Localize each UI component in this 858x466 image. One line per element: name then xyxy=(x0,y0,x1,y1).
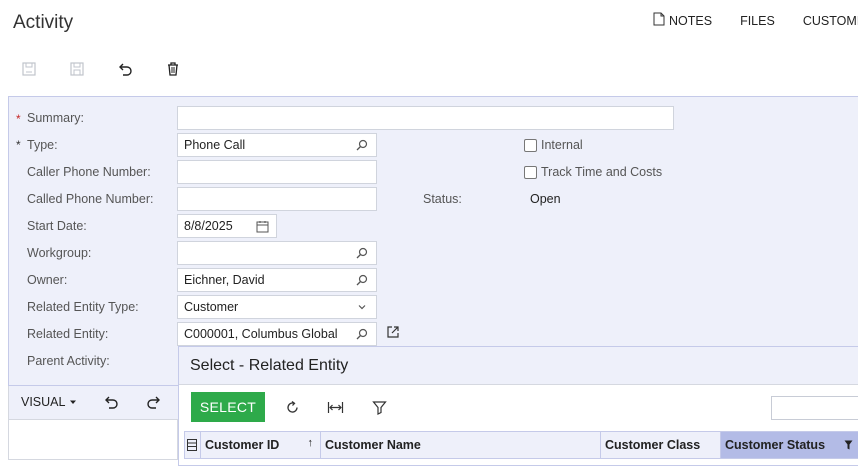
grid-header: Customer ID ↑ Customer Name Customer Cla… xyxy=(184,431,858,459)
search-icon[interactable] xyxy=(354,326,370,342)
trash-icon xyxy=(168,62,178,76)
chevron-down-icon xyxy=(354,299,370,315)
undo-button[interactable] xyxy=(114,58,136,80)
checkbox-box[interactable] xyxy=(524,165,537,179)
row-selector-header[interactable] xyxy=(185,432,201,458)
save-close-button[interactable] xyxy=(18,58,40,80)
undo-icon xyxy=(105,396,118,409)
visual-label: VISUAL xyxy=(21,395,66,409)
editor-area: VISUAL xyxy=(8,386,179,460)
column-label: Customer Name xyxy=(325,438,421,452)
filter-button[interactable] xyxy=(369,397,389,417)
select-related-entity-dialog: Select - Related Entity SELECT Customer … xyxy=(178,346,858,466)
parent-activity-label: Parent Activity: xyxy=(27,354,110,368)
checkbox-box[interactable] xyxy=(524,138,537,152)
refresh-button[interactable] xyxy=(282,397,302,417)
search-icon[interactable] xyxy=(354,245,370,261)
status-value: Open xyxy=(530,192,561,206)
filter-icon xyxy=(371,400,387,415)
refresh-icon xyxy=(286,400,298,413)
toolbar xyxy=(18,58,184,80)
status-label: Status: xyxy=(423,192,462,206)
called-phone-input[interactable] xyxy=(177,187,377,211)
column-customer-name[interactable]: Customer Name xyxy=(321,432,601,458)
column-label: Customer ID xyxy=(205,438,280,452)
grid-menu-icon xyxy=(187,439,197,451)
related-entity-type-label: Related Entity Type: xyxy=(27,300,139,314)
activity-form: * Summary: * Type: Phone Call Caller Pho… xyxy=(8,96,858,386)
column-label: Customer Status xyxy=(725,438,826,452)
editor-toolbar: VISUAL xyxy=(9,386,179,420)
customize-label: CUSTOMI xyxy=(802,13,858,28)
related-entity-selector[interactable]: C000001, Columbus Global xyxy=(177,322,377,346)
save-button[interactable] xyxy=(66,58,88,80)
caller-phone-label: Caller Phone Number: xyxy=(27,165,151,179)
caller-phone-input[interactable] xyxy=(177,160,377,184)
save-close-icon xyxy=(22,62,36,76)
related-entity-type-dropdown[interactable]: Customer xyxy=(177,295,377,319)
owner-label: Owner: xyxy=(27,273,68,287)
delete-button[interactable] xyxy=(162,58,184,80)
summary-label: Summary: xyxy=(27,111,84,125)
calendar-icon[interactable] xyxy=(254,218,270,234)
notes-icon xyxy=(653,12,665,29)
start-date-input[interactable]: 8/8/2025 xyxy=(177,214,277,238)
visual-mode-dropdown[interactable]: VISUAL xyxy=(21,395,77,409)
fit-width-icon xyxy=(327,401,343,413)
select-button[interactable]: SELECT xyxy=(191,392,265,422)
owner-selector[interactable]: Eichner, David xyxy=(177,268,377,292)
internal-label: Internal xyxy=(541,138,583,152)
column-customer-id[interactable]: Customer ID ↑ xyxy=(201,432,321,458)
workgroup-label: Workgroup: xyxy=(27,246,92,260)
editor-redo-button[interactable] xyxy=(146,394,162,415)
open-entity-icon[interactable] xyxy=(386,325,400,344)
search-icon[interactable] xyxy=(354,272,370,288)
undo-icon xyxy=(119,63,132,76)
type-label: Type: xyxy=(27,138,58,152)
start-date-label: Start Date: xyxy=(27,219,87,233)
called-phone-label: Called Phone Number: xyxy=(27,192,154,206)
save-icon xyxy=(70,62,84,76)
notes-label: NOTES xyxy=(669,13,713,28)
top-links: NOTES FILES CUSTOMI xyxy=(653,12,858,29)
customize-link[interactable]: CUSTOMI xyxy=(803,12,858,29)
track-time-checkbox[interactable]: Track Time and Costs xyxy=(524,165,662,179)
workgroup-selector[interactable] xyxy=(177,241,377,265)
page-title: Activity xyxy=(13,12,74,33)
column-label: Customer Class xyxy=(605,438,701,452)
column-customer-status[interactable]: Customer Status xyxy=(721,432,858,458)
filter-active-icon xyxy=(844,439,853,453)
dialog-title: Select - Related Entity xyxy=(179,347,858,385)
summary-input[interactable] xyxy=(177,106,674,130)
fit-columns-button[interactable] xyxy=(325,397,345,417)
files-label: FILES xyxy=(740,13,775,28)
type-selector[interactable]: Phone Call xyxy=(177,133,377,157)
sort-ascending-icon: ↑ xyxy=(307,437,314,449)
notes-link[interactable]: NOTES xyxy=(653,12,712,29)
editor-undo-button[interactable] xyxy=(103,394,119,415)
track-time-label: Track Time and Costs xyxy=(541,165,663,179)
required-marker: * xyxy=(16,112,21,126)
column-customer-class[interactable]: Customer Class xyxy=(601,432,721,458)
internal-checkbox[interactable]: Internal xyxy=(524,138,583,152)
related-entity-label: Related Entity: xyxy=(27,327,109,341)
redo-icon xyxy=(147,396,160,409)
grid-search-input[interactable] xyxy=(771,396,858,420)
search-icon[interactable] xyxy=(354,137,370,153)
caret-down-icon xyxy=(70,400,77,404)
required-marker: * xyxy=(16,138,21,152)
files-link[interactable]: FILES xyxy=(740,12,775,29)
